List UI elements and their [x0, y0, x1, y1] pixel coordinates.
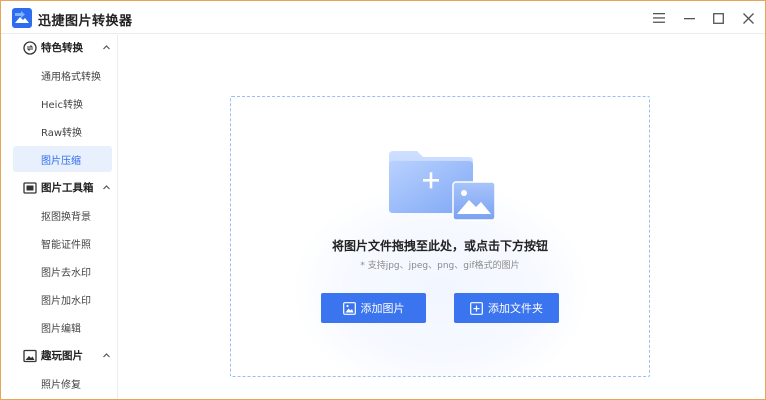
sidebar-item-add-watermark[interactable]: 图片加水印	[13, 286, 112, 312]
close-button[interactable]	[737, 7, 759, 29]
chevron-up-icon	[103, 185, 110, 190]
sidebar-item-label: 图片加水印	[41, 296, 91, 307]
sidebar-item-format-convert[interactable]: 通用格式转换	[13, 62, 112, 88]
sidebar-item-photo-restore[interactable]: 照片修复	[13, 370, 112, 396]
sidebar-item-heic-convert[interactable]: Heic转换	[13, 90, 112, 116]
add-image-label: 添加图片	[360, 303, 405, 315]
convert-icon	[23, 41, 37, 55]
sidebar-item-label: 图片编辑	[41, 324, 81, 335]
sidebar-item-label: 图片压缩	[41, 156, 81, 167]
title-bar: 迅捷图片转换器	[1, 1, 765, 34]
close-icon	[742, 12, 754, 24]
app-logo-icon	[12, 8, 32, 28]
drop-zone-hint: * 支持jpg、jpeg、png、gif格式的图片	[360, 261, 520, 271]
sidebar-group-fun-images[interactable]: 趣玩图片	[1, 345, 118, 367]
add-image-button[interactable]: 添加图片	[321, 293, 426, 323]
sidebar-item-label: 智能证件照	[41, 240, 91, 251]
sidebar: 特色转换 通用格式转换 Heic转换 Raw转换 图片压缩 图片工具箱 抠图换背…	[1, 35, 118, 399]
maximize-button[interactable]	[707, 7, 729, 29]
folder-add-image-icon	[389, 151, 496, 221]
minimize-icon	[683, 17, 695, 19]
sidebar-item-id-photo[interactable]: 智能证件照	[13, 230, 112, 256]
folder-add-icon	[470, 301, 483, 315]
sidebar-item-raw-convert[interactable]: Raw转换	[13, 118, 112, 144]
sidebar-item-cutout-background[interactable]: 抠图换背景	[13, 202, 112, 228]
app-window: 迅捷图片转换器 特色转换 通用格式转换 Heic转换 Raw转换 图片压缩 图片…	[0, 0, 766, 400]
image-icon	[342, 301, 356, 315]
menu-icon	[653, 13, 665, 23]
sidebar-item-image-compress[interactable]: 图片压缩	[13, 146, 112, 172]
minimize-button[interactable]	[678, 7, 700, 29]
file-drop-zone[interactable]: 将图片文件拖拽至此处，或点击下方按钮 * 支持jpg、jpeg、png、gif格…	[230, 96, 650, 377]
sidebar-item-label: 抠图换背景	[41, 212, 91, 223]
chevron-up-icon	[103, 45, 110, 50]
sidebar-group-label: 特色转换	[41, 42, 83, 54]
sidebar-group-special-convert[interactable]: 特色转换	[1, 37, 118, 59]
sidebar-item-label: Raw转换	[41, 128, 83, 139]
sidebar-item-label: 照片修复	[41, 380, 81, 391]
app-title: 迅捷图片转换器	[38, 14, 133, 29]
sidebar-group-label: 趣玩图片	[41, 350, 83, 362]
sidebar-group-toolbox[interactable]: 图片工具箱	[1, 177, 118, 199]
sidebar-item-label: 图片去水印	[41, 268, 91, 279]
sidebar-item-label: Heic转换	[41, 100, 83, 111]
drop-zone-title: 将图片文件拖拽至此处，或点击下方按钮	[331, 239, 548, 253]
sidebar-group-label: 图片工具箱	[41, 182, 94, 194]
toolbox-icon	[23, 182, 37, 194]
chevron-up-icon	[103, 353, 110, 358]
sidebar-item-remove-watermark[interactable]: 图片去水印	[13, 258, 112, 284]
add-folder-button[interactable]: 添加文件夹	[454, 293, 559, 323]
menu-button[interactable]	[648, 7, 670, 29]
sidebar-item-image-edit[interactable]: 图片编辑	[13, 314, 112, 340]
image-fun-icon	[23, 349, 37, 363]
add-folder-label: 添加文件夹	[488, 303, 543, 315]
maximize-icon	[712, 12, 724, 24]
main-panel: 将图片文件拖拽至此处，或点击下方按钮 * 支持jpg、jpeg、png、gif格…	[119, 35, 765, 399]
sidebar-item-label: 通用格式转换	[41, 72, 101, 83]
